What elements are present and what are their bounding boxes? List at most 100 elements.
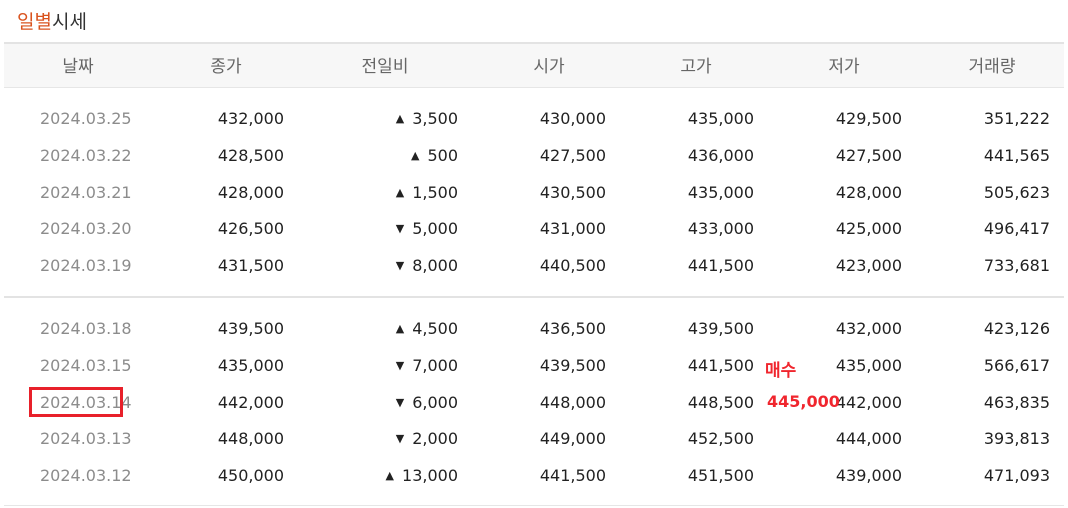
cell-change-value: 1,500 (412, 182, 458, 202)
cell-high: 439,500 (687, 319, 754, 338)
cell-low: 425,000 (835, 219, 902, 239)
buy-annotation-price: 445,000 (767, 392, 840, 411)
cell-change: ▲ 13,000 (386, 461, 458, 491)
cell-change-value: 8,000 (412, 256, 458, 275)
down-arrow-icon: ▼ (395, 432, 405, 446)
cell-close: 428,000 (217, 182, 284, 202)
header-date: 날짜 (62, 57, 94, 77)
cell-low: 435,000 (835, 355, 902, 375)
cell-change-value: 7,000 (412, 355, 458, 375)
table-row: 2024.03.15 435,000 ▼ 7,000 439,500 441,500 435… (0, 351, 1068, 381)
cell-open: 439,500 (539, 355, 606, 375)
cell-low: 432,000 (835, 319, 902, 338)
cell-high: 436,000 (687, 145, 754, 165)
down-arrow-icon: ▼ (395, 358, 405, 372)
cell-volume: 471,093 (983, 466, 1050, 485)
cell-volume: 351,222 (983, 109, 1050, 128)
cell-date: 2024.03.12 (40, 466, 132, 485)
cell-volume: 566,617 (983, 355, 1050, 375)
up-arrow-icon: ▲ (395, 185, 405, 199)
header-high: 고가 (680, 57, 712, 77)
cell-low: 429,500 (835, 109, 902, 128)
cell-low: 444,000 (835, 429, 902, 449)
cell-change-value: 500 (427, 145, 458, 165)
cell-change: ▼ 7,000 (396, 351, 458, 381)
cell-low: 423,000 (835, 256, 902, 275)
cell-open: 430,500 (539, 182, 606, 202)
title-accent: 일별 (17, 11, 52, 33)
cell-date: 2024.03.22 (40, 145, 132, 165)
cell-date: 2024.03.18 (40, 319, 132, 338)
table-row: 2024.03.19 431,500 ▼ 8,000 440,500 441,500 423… (0, 251, 1068, 281)
title-rest: 시세 (51, 11, 87, 33)
cell-volume: 505,623 (983, 182, 1050, 202)
cell-open: 441,500 (539, 466, 606, 485)
cell-change-value: 6,000 (412, 392, 458, 412)
up-arrow-icon: ▲ (385, 469, 395, 482)
cell-low: 439,000 (835, 466, 902, 485)
cell-change: ▼ 5,000 (396, 214, 458, 244)
header-low: 저가 (828, 57, 860, 77)
table-row: 2024.03.18 439,500 ▲ 4,500 436,500 439,500 432… (0, 314, 1068, 344)
cell-change-value: 5,000 (412, 219, 458, 239)
cell-volume: 463,835 (983, 392, 1050, 412)
cell-open: 449,000 (539, 429, 606, 449)
cell-change: ▼ 8,000 (396, 251, 458, 281)
up-arrow-icon: ▲ (395, 112, 405, 125)
header-close: 종가 (210, 57, 242, 77)
down-arrow-icon: ▼ (395, 395, 405, 409)
cell-high: 441,500 (687, 355, 754, 375)
table-row: 2024.03.21 428,000 ▲ 1,500 430,500 435,000 428… (0, 178, 1068, 208)
cell-high: 441,500 (687, 256, 754, 275)
cell-high: 435,000 (687, 182, 754, 202)
cell-change-value: 3,500 (412, 109, 458, 128)
cell-change: ▲ 3,500 (396, 104, 458, 134)
header-bottom-border (4, 87, 1064, 88)
table-row: 2024.03.25 432,000 ▲ 3,500 430,000 435,000 429… (0, 104, 1068, 134)
buy-annotation-label: 매수 (765, 361, 797, 381)
down-arrow-icon: ▼ (395, 222, 405, 236)
cell-change: ▼ 6,000 (396, 388, 458, 418)
cell-high: 448,500 (687, 392, 754, 412)
cell-change: ▲ 1,500 (396, 178, 458, 208)
table-row: 2024.03.22 428,500 ▲ 500 427,500 436,000 427,5… (0, 141, 1068, 171)
table-row: 2024.03.20 426,500 ▼ 5,000 431,000 433,000 425… (0, 214, 1068, 244)
table-row: 2024.03.13 448,000 ▼ 2,000 449,000 452,500 444… (0, 424, 1068, 454)
page-title: 일별시세 (17, 8, 87, 36)
down-arrow-icon: ▼ (395, 259, 405, 272)
cell-high: 435,000 (687, 109, 754, 128)
cell-date: 2024.03.13 (40, 429, 132, 449)
cell-open: 431,000 (539, 219, 606, 239)
cell-date: 2024.03.21 (40, 182, 132, 202)
cell-date: 2024.03.25 (40, 109, 132, 128)
cell-date: 2024.03.19 (40, 256, 132, 275)
cell-open: 448,000 (539, 392, 606, 412)
cell-open: 440,500 (539, 256, 606, 275)
cell-close: 426,500 (217, 219, 284, 239)
cell-low: 427,500 (835, 145, 902, 165)
cell-change: ▲ 4,500 (396, 314, 458, 344)
table-row: 2024.03.12 450,000 ▲ 13,000 441,500 451,500 43… (0, 461, 1068, 491)
table-row: 2024.03.14 442,000 ▼ 6,000 448,000 448,500 442… (0, 388, 1068, 418)
cell-date: 2024.03.20 (40, 219, 132, 239)
cell-change-value: 13,000 (402, 466, 458, 485)
cell-change-value: 4,500 (412, 319, 458, 338)
header-open: 시가 (533, 57, 565, 77)
cell-volume: 733,681 (983, 256, 1050, 275)
cell-open: 427,500 (539, 145, 606, 165)
date-highlight-box (29, 387, 123, 417)
cell-low: 428,000 (835, 182, 902, 202)
cell-close: 450,000 (217, 466, 284, 485)
up-arrow-icon: ▲ (395, 322, 405, 335)
cell-close: 439,500 (217, 319, 284, 338)
cell-high: 452,500 (687, 429, 754, 449)
cell-close: 435,000 (217, 355, 284, 375)
cell-high: 451,500 (687, 466, 754, 485)
header-change: 전일비 (361, 57, 409, 77)
cell-change-value: 2,000 (412, 429, 458, 449)
table-bottom-border (4, 505, 1064, 506)
cell-low: 442,000 (835, 392, 902, 412)
cell-high: 433,000 (687, 219, 754, 239)
cell-volume: 393,813 (983, 429, 1050, 449)
cell-volume: 441,565 (983, 145, 1050, 165)
